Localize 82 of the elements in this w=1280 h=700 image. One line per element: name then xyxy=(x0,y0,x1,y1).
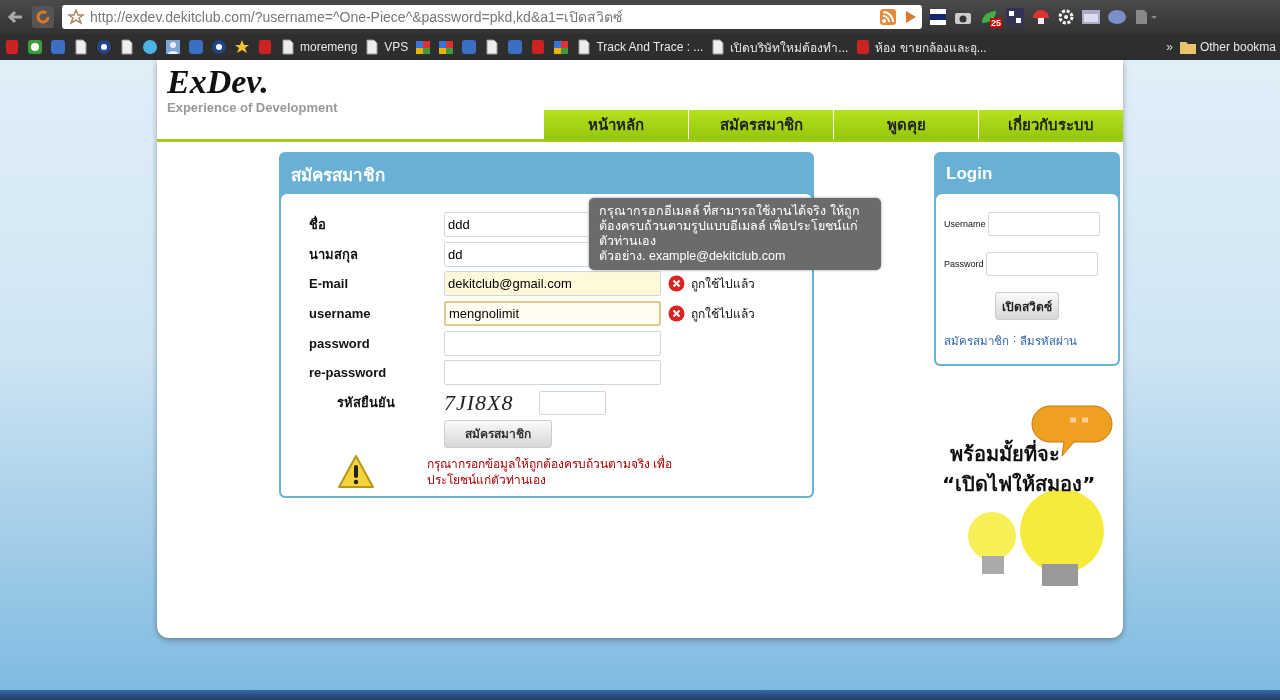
reload-icon[interactable] xyxy=(32,6,54,28)
other-bookmarks[interactable]: Other bookma xyxy=(1179,40,1276,54)
bird-icon[interactable] xyxy=(142,39,158,55)
nav-tab[interactable]: พูดคุย xyxy=(833,110,978,139)
folder-icon xyxy=(1179,40,1196,54)
page-icon xyxy=(364,39,381,55)
bookmark[interactable]: ห้อง ขายกล้องและอุ... xyxy=(855,37,987,57)
input-field[interactable] xyxy=(985,252,1098,276)
captcha-code: 7JI8X8 xyxy=(444,389,515,416)
login-button[interactable]: เปิดสวิตซ์ xyxy=(995,292,1059,320)
field-label: password xyxy=(309,335,371,351)
page-icon xyxy=(576,39,593,55)
tile-icon[interactable] xyxy=(484,39,501,55)
tile-icon[interactable] xyxy=(4,39,20,55)
field-label: re-password xyxy=(309,365,388,381)
tile-icon[interactable] xyxy=(461,39,478,55)
back-icon[interactable] xyxy=(6,8,24,26)
tile-icon xyxy=(855,39,872,55)
link-separator: : xyxy=(1013,332,1017,346)
error-text: ถูกใช้ไปแล้ว xyxy=(691,306,755,324)
field-label: E-mail xyxy=(309,276,349,292)
bookmark[interactable]: VPS xyxy=(364,39,409,55)
field-label: นามสกุล xyxy=(309,245,359,265)
nav-tab[interactable]: หน้าหลัก xyxy=(543,110,688,139)
forgot-password-link[interactable]: ลืมรหัสผ่าน xyxy=(1020,332,1078,350)
input-field[interactable] xyxy=(444,330,661,356)
tile-icon[interactable] xyxy=(27,39,43,55)
bookmark[interactable]: moremeng xyxy=(280,39,358,55)
error-icon xyxy=(668,275,685,293)
page-icon xyxy=(710,39,727,55)
rss-icon[interactable] xyxy=(880,9,896,25)
bookmark-star-icon[interactable] xyxy=(68,9,84,25)
site-logo: ExDev. xyxy=(167,64,270,100)
promo-text: พร้อมมั้ยที่จะ xyxy=(950,438,1060,470)
field-label: Username xyxy=(944,219,986,229)
page-icon[interactable] xyxy=(73,39,89,55)
extension-badge: 25 xyxy=(990,18,1002,28)
input-field[interactable] xyxy=(444,360,661,386)
nav-tab[interactable]: เกี่ยวกับระบบ xyxy=(978,110,1123,139)
tile-icon[interactable] xyxy=(50,39,66,55)
tile-icon[interactable] xyxy=(507,39,524,55)
promo-text: “เปิดไฟให้สมอง” xyxy=(942,471,1096,498)
more-bookmarks[interactable]: » xyxy=(1166,40,1173,54)
tile-icon[interactable] xyxy=(530,39,547,55)
error-icon xyxy=(668,305,685,323)
star-icon[interactable] xyxy=(234,39,250,55)
mushroom-icon[interactable] xyxy=(1032,8,1050,26)
flag-icon[interactable] xyxy=(930,9,946,25)
register-button[interactable]: สมัครสมาชิก xyxy=(444,419,552,448)
nav-tab[interactable]: สมัครสมาชิก xyxy=(688,110,833,139)
grid-icon[interactable] xyxy=(1006,8,1024,26)
address-bar[interactable]: http://exdev.dekitclub.com/?username=^One-Piece^&password=pkd,kd&a1=เปิดสวิตซ์ xyxy=(62,5,922,29)
page-icon[interactable] xyxy=(119,39,135,55)
globe-icon[interactable] xyxy=(211,39,227,55)
bookmark[interactable]: Track And Trace : ... xyxy=(576,39,704,55)
input-field[interactable] xyxy=(987,212,1100,236)
person-icon[interactable] xyxy=(165,39,181,55)
field-label: รหัสยืนยัน xyxy=(337,394,396,413)
captcha-field[interactable] xyxy=(539,390,606,415)
tile-icon[interactable] xyxy=(188,39,204,55)
input-field[interactable]: dekitclub@gmail.com xyxy=(444,271,661,297)
settings-icon[interactable] xyxy=(1058,9,1074,25)
input-field[interactable]: mengnolimit xyxy=(444,301,661,327)
tile-icon[interactable] xyxy=(438,39,455,55)
warning-message: กรุณากรอกข้อมูลให้ถูกต้องครบถ้วนตามจริง เพื่อประโยชน์แก่ตัวท่านเอง xyxy=(427,455,674,488)
error-text: ถูกใช้ไปแล้ว xyxy=(691,276,755,294)
page-menu-icon[interactable] xyxy=(1134,9,1158,25)
url-text: http://exdev.dekitclub.com/?username=^One-Piece^&password=pkd,kd&a1=เปิดสวิตซ์ xyxy=(90,8,624,27)
globe-icon[interactable] xyxy=(96,39,112,55)
bookmark[interactable]: เปิดบริษัทใหม่ต้องทำ... xyxy=(710,37,849,57)
field-label: ชื่อ xyxy=(309,214,327,235)
tile-icon[interactable] xyxy=(257,39,273,55)
field-label: username xyxy=(309,306,372,322)
site-tagline: Experience of Development xyxy=(167,100,338,115)
field-label: Password xyxy=(944,259,984,269)
panel-title: Login xyxy=(945,163,994,185)
page-icon xyxy=(280,39,296,55)
tile-icon[interactable] xyxy=(415,39,432,55)
register-link[interactable]: สมัครสมาชิก xyxy=(944,332,1009,350)
warning-icon xyxy=(337,453,375,490)
panel-title: สมัครสมาชิก xyxy=(290,164,386,187)
tile-icon[interactable] xyxy=(553,39,570,55)
